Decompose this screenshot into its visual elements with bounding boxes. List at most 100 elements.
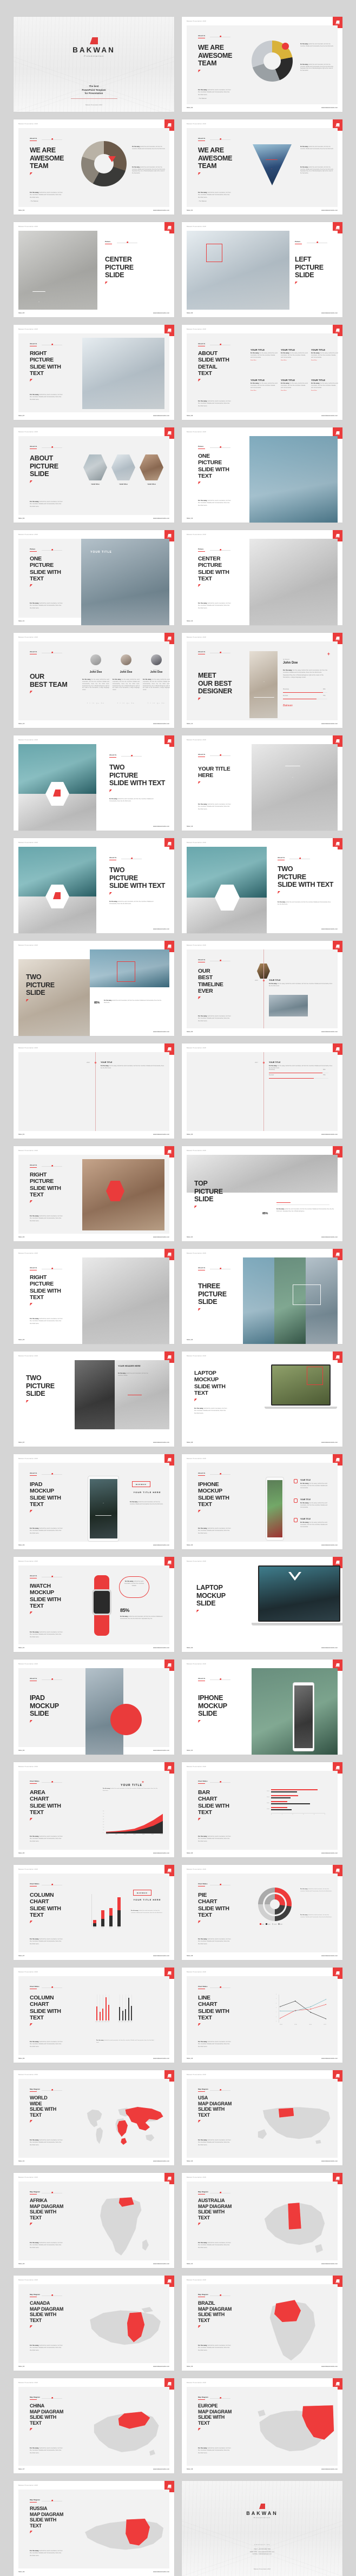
- slide-36-bar-chart[interactable]: Bakwan Presentation 2018 BAKWAN Slide | 36…: [182, 1762, 342, 1857]
- slide-33-ipad-big[interactable]: Bakwan Presentation 2018 BAKWAN Slide | 33…: [14, 1660, 174, 1755]
- read-more-link[interactable]: Read More: [281, 360, 308, 361]
- slide-eyebrow: Picture: [198, 548, 230, 552]
- slide-4-awesome-v[interactable]: Bakwan Presentation 2018 BAKWAN Slide | 04…: [182, 119, 342, 215]
- red-flag-icon: [30, 1200, 32, 1203]
- slide-27-two-pic3[interactable]: Bakwan Presentation 2018 BAKWAN Slide | 27…: [14, 1351, 174, 1447]
- slide-34-iphone-big[interactable]: Bakwan Presentation 2018 BAKWAN Slide | 34…: [182, 1660, 342, 1755]
- slide-22-timeline3[interactable]: Bakwan Presentation 2018 BAKWAN Slide | 22…: [182, 1043, 342, 1139]
- bakwan-badge-label: BAKWAN: [167, 2488, 172, 2489]
- member-social-icons[interactable]: f t in g+ be: [82, 702, 109, 704]
- slide-header-label: Bakwan Presentation 2018: [187, 739, 206, 741]
- slide-13-team[interactable]: Bakwan Presentation 2018 BAKWAN Slide | 13…: [14, 633, 174, 728]
- column-bar: [122, 2011, 123, 2020]
- slide-canvas: Map Diagram CHINA MAP DIAGRAM SLIDE WITH TEX…: [18, 2387, 169, 2466]
- slide-footer-left: Slide | 30: [187, 1544, 193, 1546]
- slide-17-two-pic-text[interactable]: Bakwan Presentation 2018BAKWANSlide | 17…: [14, 838, 174, 933]
- slide-25-right-pic3[interactable]: Bakwan Presentation 2018 BAKWAN Slide | 25…: [14, 1249, 174, 1344]
- slide-43-map-afrika[interactable]: Bakwan Presentation 2018 BAKWAN Slide | 43…: [14, 2173, 174, 2268]
- slide-21-timeline2[interactable]: Bakwan Presentation 2018 BAKWAN Slide | 21…: [14, 1043, 174, 1139]
- slide-3-awesome-o[interactable]: Bakwan Presentation 2018 BAKWAN Slide | 03…: [14, 119, 174, 215]
- slide-6-left-pic[interactable]: Bakwan Presentation 2018 BAKWAN Slide | 06…: [182, 222, 342, 317]
- slide-2-awesome-ring[interactable]: Bakwan Presentation 2018 BAKWAN Slide | 02…: [182, 17, 342, 112]
- slide-footer-left: Slide | 06: [187, 312, 193, 314]
- slide-41-map-world[interactable]: Bakwan Presentation 2018 BAKWAN Slide | 41…: [14, 2070, 174, 2165]
- slide-5-center-pic[interactable]: Bakwan Presentation 2018 BAKWAN Slide | 05…: [14, 222, 174, 317]
- slide-48-map-europe[interactable]: Bakwan Presentation 2018 BAKWAN Slide | 48…: [182, 2378, 342, 2473]
- column-lower: [101, 1919, 104, 1926]
- slide-canvas: About Us OUR BEST TIMELINE EVER For the away,…: [187, 949, 338, 1028]
- slide-1-cover[interactable]: BAKWAN Presentation The best PowerPoint Tem…: [14, 17, 174, 112]
- slide-28-laptop-text[interactable]: Bakwan Presentation 2018 BAKWAN Slide | 28…: [182, 1351, 342, 1447]
- slide-footer-right: www.bakwanstudio.com: [153, 1031, 169, 1033]
- read-more-link[interactable]: Read More: [281, 390, 308, 391]
- eyebrow-underline: [30, 551, 37, 552]
- watch-screen: [94, 1591, 110, 1614]
- slide-50-back-cover[interactable]: BAKWAN Presentation CONTACT US TELP. +62 12…: [182, 2481, 342, 2576]
- slide-39-column-chart2[interactable]: Bakwan Presentation 2018 BAKWAN Slide | 39…: [14, 1968, 174, 2063]
- slide-11-one-pic-text[interactable]: Bakwan Presentation 2018 BAKWAN Slide | 11…: [14, 530, 174, 625]
- slide-eyebrow: About Us: [30, 137, 62, 141]
- slide-37-column-chart[interactable]: Bakwan Presentation 2018 BAKWAN Slide | 37…: [14, 1865, 174, 1960]
- slide-12-center-pic2[interactable]: Bakwan Presentation 2018 BAKWAN Slide | 12…: [182, 530, 342, 625]
- red-flag-icon: [30, 2023, 32, 2026]
- slide-8-about-detail[interactable]: Bakwan Presentation 2018 BAKWAN Slide | 08…: [182, 325, 342, 420]
- red-flag-icon: [30, 1303, 32, 1306]
- column-category-label: 2014: [93, 1928, 96, 1929]
- slide-44-map-australia[interactable]: Bakwan Presentation 2018 BAKWAN Slide | 44…: [182, 2173, 342, 2268]
- pie-legend: 2014 2015 2016 2017: [260, 1923, 283, 1925]
- red-flag-icon: [30, 1611, 32, 1615]
- read-more-link[interactable]: Read More: [311, 390, 338, 391]
- slide-19-two-pic-85[interactable]: Bakwan Presentation 2018BAKWANSlide | 19…: [14, 941, 174, 1036]
- slide-footer-left: Slide | 07: [18, 415, 25, 417]
- slide-31-iwatch[interactable]: Bakwan Presentation 2018 BAKWAN Slide | 31…: [14, 1557, 174, 1652]
- slide-20-timeline[interactable]: Bakwan Presentation 2018 BAKWAN Slide | 20…: [182, 941, 342, 1036]
- slide-32-laptop-big[interactable]: Bakwan Presentation 2018 BAKWAN Slide | 32…: [182, 1557, 342, 1652]
- slide-16-your-title[interactable]: Bakwan Presentation 2018 BAKWAN Slide | 16…: [182, 735, 342, 831]
- slide-18-two-pic2[interactable]: Bakwan Presentation 2018BAKWANSlide | 18…: [182, 838, 342, 933]
- slide-46-map-brazil[interactable]: Bakwan Presentation 2018 BAKWAN Slide | 46…: [182, 2276, 342, 2371]
- slide-10-one-pic[interactable]: Bakwan Presentation 2018 BAKWAN Slide | 10…: [182, 427, 342, 523]
- column-upper: [109, 1908, 113, 1916]
- red-flag-icon: [105, 281, 108, 284]
- map-afrika: [89, 2185, 154, 2268]
- body-paragraph: For the away, behind the word mountains,…: [300, 167, 334, 175]
- slide-40-line-chart[interactable]: Bakwan Presentation 2018 BAKWAN Slide | 40…: [182, 1968, 342, 2063]
- slide-15-two-pic[interactable]: Bakwan Presentation 2018BAKWANSlide | 15…: [14, 735, 174, 831]
- read-more-link[interactable]: Read More: [250, 360, 278, 361]
- slide-footer-left: Slide | 03: [18, 210, 25, 211]
- bakwan-badge-label: BAKWAN: [167, 332, 172, 333]
- member-social-icons[interactable]: f t in g+ be: [143, 702, 170, 704]
- slide-23-right-pic2[interactable]: Bakwan Presentation 2018 BAKWAN Slide | 23…: [14, 1146, 174, 1241]
- slide-eyebrow: Map Diagram: [30, 2191, 62, 2194]
- y-tick: 50: [103, 1819, 104, 1820]
- hex-photo-caption: YOUR TITLE: [91, 484, 100, 485]
- read-more-link[interactable]: Read More: [311, 360, 338, 361]
- slide-footer-right: www.bakwanstudio.com: [153, 826, 169, 827]
- read-more-link[interactable]: Read More: [250, 390, 278, 391]
- slide-headline: RIGHT PICTURE SLIDE WITH TEXT: [30, 1274, 71, 1306]
- slide-footer-left: Slide | 10: [187, 518, 193, 519]
- slide-47-map-china[interactable]: Bakwan Presentation 2018 BAKWAN Slide | 47…: [14, 2378, 174, 2473]
- slide-49-map-russia[interactable]: Bakwan Presentation 2018 BAKWAN Slide | 49…: [14, 2481, 174, 2576]
- slide-42-map-usa[interactable]: Bakwan Presentation 2018 BAKWAN Slide | 42…: [182, 2070, 342, 2165]
- slide-14-designer[interactable]: Bakwan Presentation 2018 BAKWAN Slide | 14…: [182, 633, 342, 728]
- slide-30-iphone[interactable]: Bakwan Presentation 2018 BAKWAN Slide | 30…: [182, 1454, 342, 1549]
- slide-45-map-canada[interactable]: Bakwan Presentation 2018 BAKWAN Slide | 45…: [14, 2276, 174, 2371]
- slide-29-ipad[interactable]: Bakwan Presentation 2018 BAKWAN Slide | 29…: [14, 1454, 174, 1549]
- slide-24-top-pic[interactable]: Bakwan Presentation 2018 BAKWAN Slide | 24…: [182, 1146, 342, 1241]
- slide-7-right-pic[interactable]: Bakwan Presentation 2018 BAKWAN Slide | 07…: [14, 325, 174, 420]
- slide-canvas: About Us IPHONE MOCKUP SLIDE: [187, 1668, 338, 1755]
- member-social-icons[interactable]: f t in g+ be: [113, 702, 140, 704]
- cover-tagline: The best PowerPoint Template for Presentat…: [82, 85, 106, 95]
- slide-canvas: About Us OUR BEST TEAM Art Director John Doe…: [18, 641, 170, 720]
- body-paragraph: For the away, behind the word mountains,…: [198, 1938, 231, 1945]
- slide-38-pie-chart[interactable]: Bakwan Presentation 2018 BAKWAN Slide | 38…: [182, 1865, 342, 1960]
- slide-26-three-pic[interactable]: Bakwan Presentation 2018 BAKWAN Slide | 26…: [182, 1249, 342, 1344]
- photo-two: [115, 1360, 169, 1429]
- detail-card-text: For the away, For the away, behind the w…: [311, 352, 338, 358]
- slide-35-area-chart[interactable]: Bakwan Presentation 2018 BAKWAN Slide | 35…: [14, 1762, 174, 1857]
- slide-9-about-pic[interactable]: Bakwan Presentation 2018 BAKWAN Slide | 09…: [14, 427, 174, 523]
- slide-headline: COLUMN CHART SLIDE WITH TEXT: [30, 1995, 70, 2026]
- bar-segment: [271, 1801, 287, 1802]
- slide-headline: AFRIKA MAP DIAGRAM SLIDE WITH TEXT: [30, 2198, 80, 2226]
